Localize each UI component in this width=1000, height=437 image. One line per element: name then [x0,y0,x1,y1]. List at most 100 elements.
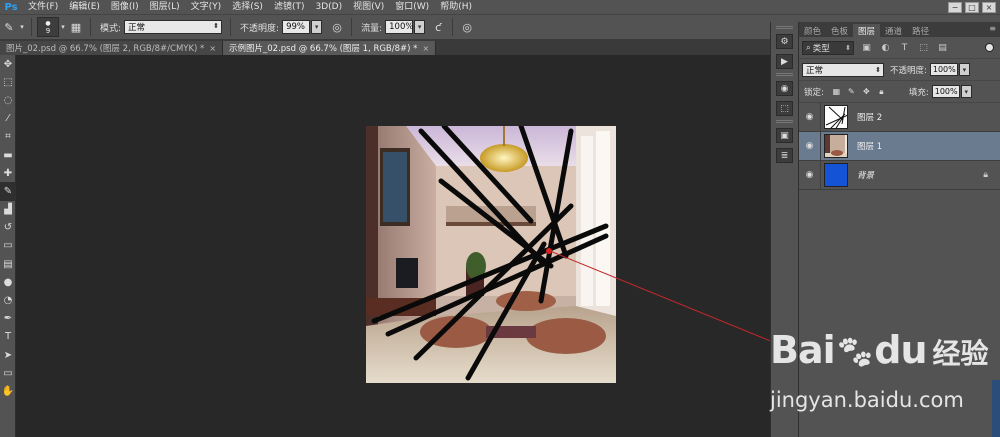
brush-tool-icon[interactable]: ✎ [0,18,18,36]
hand-tool-icon[interactable]: ✋ [0,382,16,400]
lock-all-icon[interactable]: 🔒︎ [876,86,887,97]
layer-opacity-dropdown[interactable]: ▾ [958,63,970,76]
close-window-button[interactable]: × [982,1,996,13]
chevron-down-icon: ⬍ [213,22,220,30]
blend-mode-select[interactable]: 正常 ⬍ [802,62,884,77]
tab-color[interactable]: 颜色 [799,24,826,37]
healing-brush-tool-icon[interactable]: ✚ [0,164,16,182]
layer-opacity-label: 不透明度: [890,65,927,76]
adjustment-filter-icon[interactable]: ◐ [879,41,892,54]
pressure-opacity-icon[interactable]: ◎ [328,18,346,36]
flow-input[interactable]: 100% [385,20,413,34]
history-brush-tool-icon[interactable]: ↺ [0,219,16,237]
visibility-eye-icon[interactable]: ◉ [799,160,821,190]
dock-grip[interactable] [776,73,793,76]
window-controls: − □ × [948,0,1000,14]
tab-layers[interactable]: 图层 [853,24,881,37]
blur-tool-icon[interactable]: ● [0,273,16,291]
eraser-tool-icon[interactable]: ▭ [0,237,16,255]
restore-button[interactable]: □ [965,1,979,13]
pixel-filter-icon[interactable]: ▣ [860,41,873,54]
panel-menu-icon[interactable]: ≡ [989,24,996,33]
pressure-size-icon[interactable]: ◎ [458,18,476,36]
visibility-eye-icon[interactable]: ◉ [799,102,821,132]
crop-tool-icon[interactable]: ⌗ [0,128,16,146]
menu-3d[interactable]: 3D(D) [309,0,347,14]
smart-object-filter-icon[interactable]: ▤ [936,41,949,54]
fill-input[interactable]: 100% [931,85,960,98]
lock-transparent-icon[interactable]: ▦ [831,86,842,97]
quick-select-tool-icon[interactable]: ⁄ [0,110,16,128]
layer-thumbnail [824,105,848,129]
type-filter-icon[interactable]: T [898,41,911,54]
fill-dropdown[interactable]: ▾ [960,85,972,98]
marquee-tool-icon[interactable]: ⬚ [0,73,16,91]
brush-size-picker[interactable]: ● 9 [37,17,59,37]
properties-icon[interactable]: ≣ [776,148,793,163]
layer-row-layer-1[interactable]: ◉ 图层 1 [799,131,1000,161]
opacity-slider-dropdown[interactable]: ▾ [311,20,323,34]
layer-name[interactable]: 背景 [857,169,874,181]
actions-play-icon[interactable]: ▶ [776,54,793,69]
menu-filter[interactable]: 滤镜(T) [268,0,310,14]
type-tool-icon[interactable]: T [0,328,16,346]
tab-paths[interactable]: 路径 [907,24,934,37]
tool-presets-icon[interactable]: ⚙ [776,34,793,49]
layer-name[interactable]: 图层 1 [857,140,882,152]
menu-view[interactable]: 视图(V) [347,0,389,14]
menu-edit[interactable]: 编辑(E) [63,0,105,14]
pen-tool-icon[interactable]: ✒ [0,310,16,328]
chevron-down-icon: ⬍ [845,43,851,52]
brush-panel-icon[interactable]: ◉ [776,81,793,96]
tab-document-2[interactable]: 示例图片_02.psd @ 66.7% (图层 1, RGB/8#) * × [223,41,437,55]
eyedropper-tool-icon[interactable]: ▬ [0,146,16,164]
tool-preset-dropdown-icon[interactable]: ▾ [18,18,26,36]
dock-grip[interactable] [776,26,793,29]
dodge-tool-icon[interactable]: ◔ [0,291,16,309]
document-tabs: 图片_02.psd @ 66.7% (图层 2, RGB/8#/CMYK) * … [0,40,770,55]
brush-preset-dropdown-icon[interactable]: ▾ [59,18,67,36]
baidu-logo: Bai🐾︎du 经验 [770,328,989,372]
layer-name[interactable]: 图层 2 [857,111,882,123]
gradient-tool-icon[interactable]: ▤ [0,255,16,273]
tab-swatches[interactable]: 色板 [826,24,853,37]
menu-help[interactable]: 帮助(H) [434,0,477,14]
menu-type[interactable]: 文字(Y) [185,0,227,14]
lock-position-icon[interactable]: ✥ [861,86,872,97]
shape-filter-icon[interactable]: ⬚ [917,41,930,54]
adjustments-icon[interactable]: ▣ [776,128,793,143]
flow-slider-dropdown[interactable]: ▾ [414,20,426,34]
airbrush-icon[interactable]: ƈ [429,18,447,36]
close-icon[interactable]: × [422,44,429,53]
menu-file[interactable]: 文件(F) [22,0,63,14]
lock-pixels-icon[interactable]: ✎ [846,86,857,97]
menu-window[interactable]: 窗口(W) [389,0,434,14]
mode-select[interactable]: 正常 ⬍ [124,20,223,34]
menu-image[interactable]: 图像(I) [105,0,144,14]
menu-layer[interactable]: 图层(L) [144,0,185,14]
dock-grip[interactable] [776,120,793,123]
canvas-area[interactable] [16,55,770,437]
move-tool-icon[interactable]: ✥ [0,55,16,73]
clone-stamp-tool-icon[interactable]: ▟ [0,201,16,219]
menu-select[interactable]: 选择(S) [226,0,268,14]
clone-source-icon[interactable]: ⬚ [776,101,793,116]
layer-row-background[interactable]: ◉ 背景 🔒︎ [799,160,1000,190]
document-image[interactable] [366,126,616,383]
close-icon[interactable]: × [209,44,216,53]
shape-tool-icon[interactable]: ▭ [0,364,16,382]
filter-toggle[interactable] [985,43,994,52]
minimize-button[interactable]: − [948,1,962,13]
lasso-tool-icon[interactable]: ◌ [0,91,16,109]
tab-document-1[interactable]: 图片_02.psd @ 66.7% (图层 2, RGB/8#/CMYK) * … [0,41,224,55]
path-select-tool-icon[interactable]: ➤ [0,346,16,364]
visibility-eye-icon[interactable]: ◉ [799,131,821,161]
opacity-input[interactable]: 99% [282,20,311,34]
layer-row-layer-2[interactable]: ◉ 图层 2 [799,102,1000,132]
tab-channels[interactable]: 通道 [880,24,907,37]
brush-panel-toggle-icon[interactable]: ▦ [67,18,85,36]
brush-tool-icon[interactable]: ✎ [0,182,16,201]
layer-opacity-input[interactable]: 100% [929,63,958,76]
opacity-label: 不透明度: [240,23,280,34]
layer-filter-kind-select[interactable]: ⌕ 类型 ⬍ [802,40,854,55]
